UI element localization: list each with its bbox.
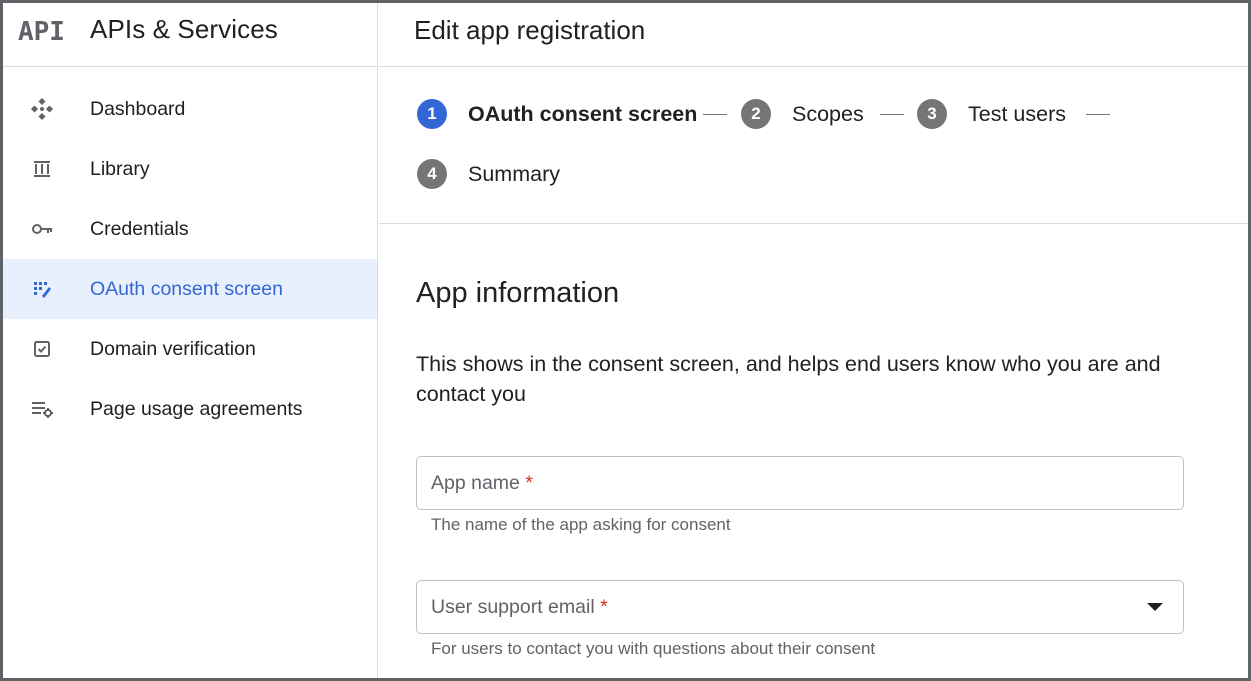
checkbox-icon (30, 337, 54, 361)
step-number-badge: 2 (741, 99, 771, 129)
required-marker: * (525, 472, 533, 494)
step-oauth-consent-screen[interactable]: 1 OAuth consent screen (417, 99, 697, 129)
dashboard-icon (30, 97, 54, 121)
key-icon (30, 217, 54, 241)
settings-list-icon (30, 397, 54, 421)
step-number-badge: 1 (417, 99, 447, 129)
sidebar-nav: Dashboard Library Credentials OAuth cons… (3, 79, 377, 439)
step-scopes[interactable]: 2 Scopes (741, 99, 864, 129)
step-connector (1086, 114, 1110, 115)
app-name-field[interactable]: App name * (416, 456, 1184, 510)
sidebar-item-label: Domain verification (90, 338, 256, 360)
step-connector (880, 114, 904, 115)
user-support-email-hint: For users to contact you with questions … (431, 639, 876, 658)
stepper: 1 OAuth consent screen 2 Scopes 3 Test u… (379, 67, 1248, 224)
main-panel: Edit app registration 1 OAuth consent sc… (379, 3, 1248, 678)
sidebar-item-domain-verification[interactable]: Domain verification (3, 319, 377, 379)
sidebar-item-label: Dashboard (90, 98, 186, 120)
main-header: Edit app registration (379, 3, 1248, 67)
step-label: Test users (968, 101, 1066, 126)
sidebar-item-library[interactable]: Library (3, 139, 377, 199)
section-title: App information (416, 277, 620, 309)
dropdown-arrow-icon[interactable] (1147, 603, 1163, 611)
app-name-label-text: App name (431, 472, 520, 494)
step-label: Summary (468, 161, 560, 186)
sidebar-item-oauth-consent-screen[interactable]: OAuth consent screen (3, 259, 377, 319)
sidebar-item-dashboard[interactable]: Dashboard (3, 79, 377, 139)
step-label: OAuth consent screen (468, 101, 698, 126)
app-name-label: App name * (431, 472, 533, 495)
section-description: This shows in the consent screen, and he… (416, 352, 1161, 406)
required-marker: * (600, 596, 608, 618)
api-logo-icon: API (18, 17, 65, 45)
sidebar-item-label: Credentials (90, 218, 189, 240)
sidebar: API APIs & Services Dashboard Library Cr… (3, 3, 378, 678)
user-support-email-label: User support email * (431, 596, 608, 619)
app-name-hint: The name of the app asking for consent (431, 515, 731, 534)
sidebar-item-credentials[interactable]: Credentials (3, 199, 377, 259)
page-title: Edit app registration (414, 15, 646, 45)
step-test-users[interactable]: 3 Test users (917, 99, 1066, 129)
sidebar-item-label: Library (90, 158, 150, 180)
sidebar-item-label: OAuth consent screen (90, 278, 283, 300)
sidebar-item-label: Page usage agreements (90, 398, 303, 420)
step-number-badge: 4 (417, 159, 447, 189)
step-connector (703, 114, 727, 115)
app-window: API APIs & Services Dashboard Library Cr… (0, 0, 1251, 681)
library-icon (30, 157, 54, 181)
step-number-badge: 3 (917, 99, 947, 129)
api-logo-text: API (18, 17, 65, 45)
sidebar-title: APIs & Services (90, 14, 278, 44)
user-support-email-label-text: User support email (431, 596, 595, 618)
sidebar-header: API APIs & Services (3, 3, 377, 67)
step-summary[interactable]: 4 Summary (417, 159, 560, 189)
consent-icon (30, 277, 54, 301)
user-support-email-dropdown[interactable]: User support email * (416, 580, 1184, 634)
sidebar-item-page-usage-agreements[interactable]: Page usage agreements (3, 379, 377, 439)
step-label: Scopes (792, 101, 864, 126)
